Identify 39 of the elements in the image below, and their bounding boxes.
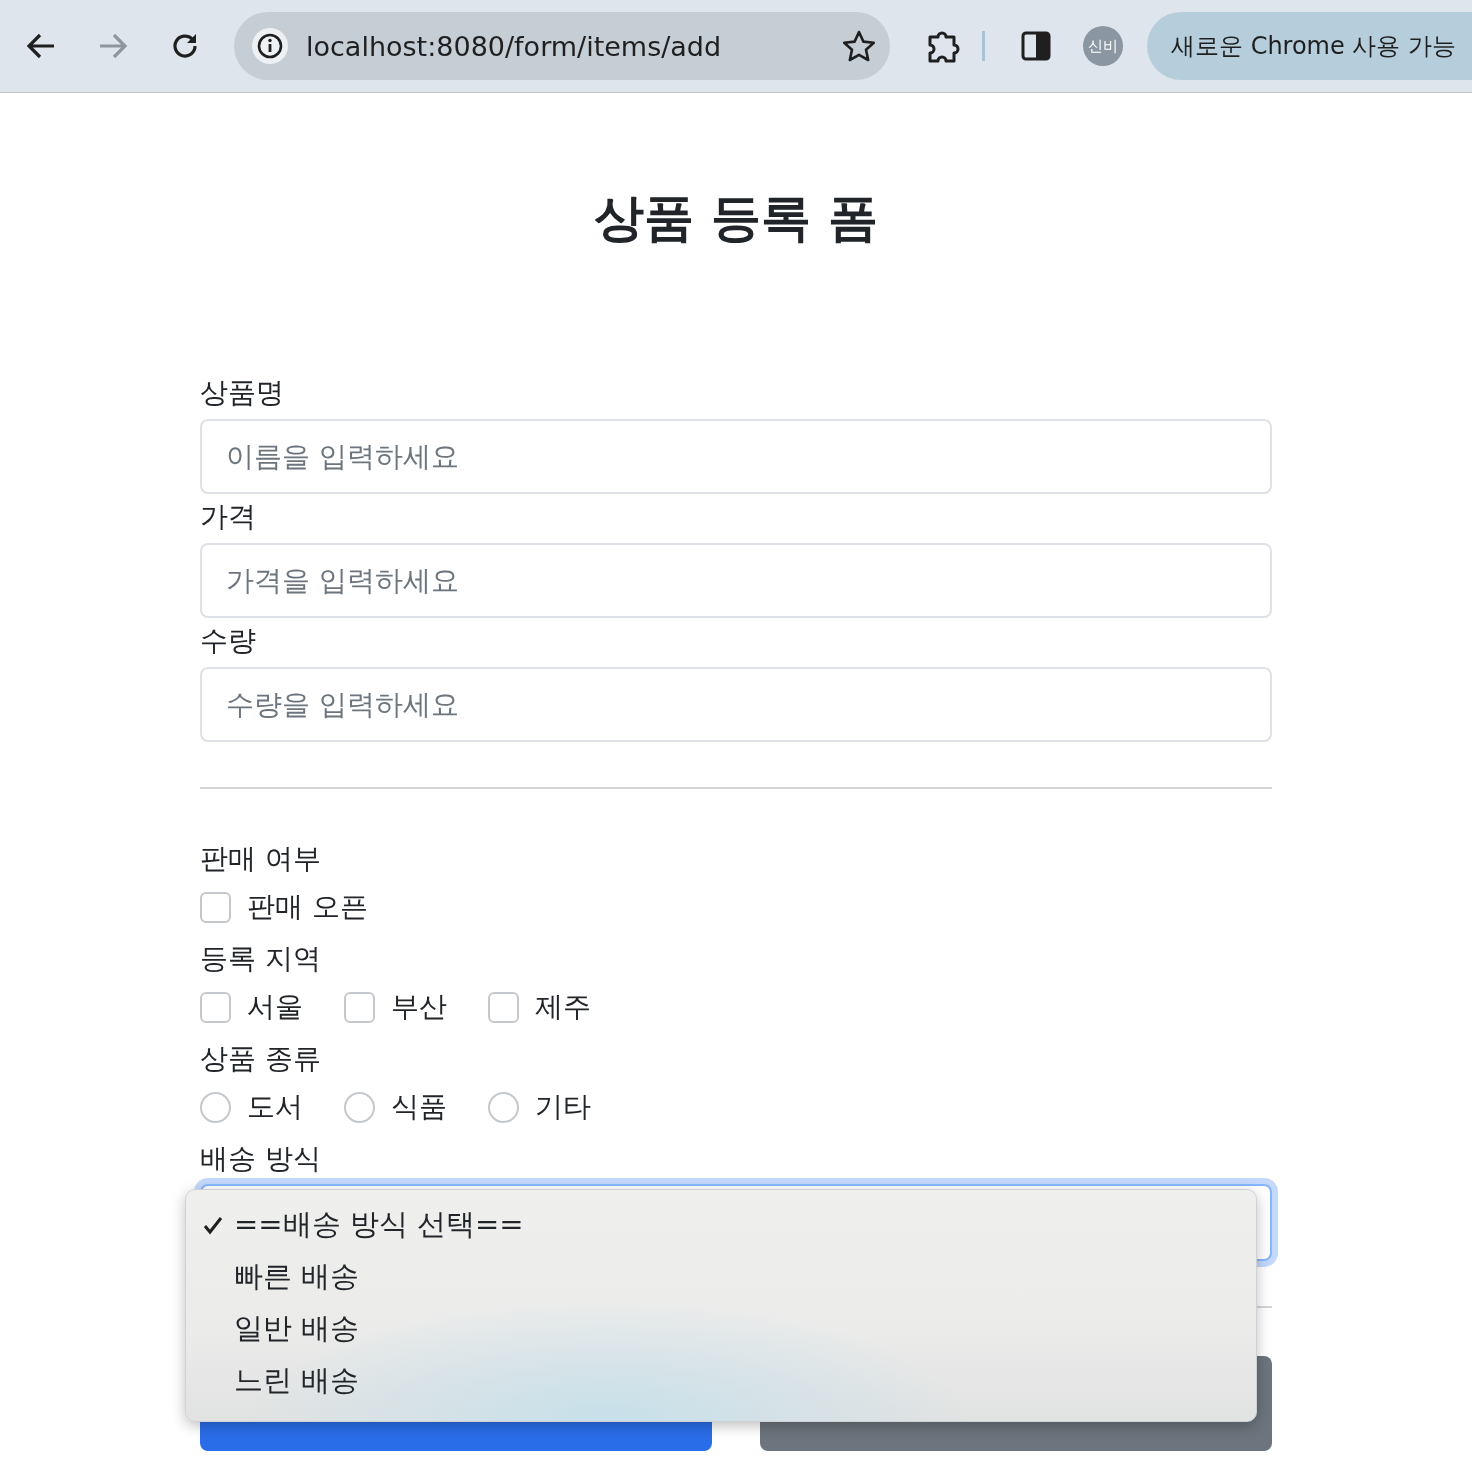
field-label: 수량 bbox=[200, 623, 256, 659]
option-label: 제주 bbox=[535, 989, 591, 1025]
text-field[interactable]: 가격을 입력하세요 bbox=[200, 543, 1272, 618]
side-panel-icon[interactable] bbox=[1021, 31, 1051, 61]
option-label: 부산 bbox=[391, 989, 447, 1025]
back-icon[interactable] bbox=[26, 33, 56, 59]
text-field[interactable]: 수량을 입력하세요 bbox=[200, 667, 1272, 742]
forward-icon[interactable] bbox=[98, 33, 128, 59]
checkbox[interactable] bbox=[200, 891, 231, 923]
group-label: 등록 지역 bbox=[200, 941, 321, 977]
text-field[interactable]: 이름을 입력하세요 bbox=[200, 419, 1272, 494]
menu-option[interactable]: ==배송 방식 선택== bbox=[234, 1205, 524, 1245]
group-label: 상품 종류 bbox=[200, 1041, 321, 1077]
radio-button[interactable] bbox=[344, 1091, 375, 1123]
checkbox[interactable] bbox=[488, 991, 519, 1023]
address-bar[interactable]: localhost:8080/form/items/add bbox=[234, 12, 890, 80]
checkbox[interactable] bbox=[344, 991, 375, 1023]
page-title: 상품 등록 폼 bbox=[592, 188, 880, 248]
update-button[interactable]: 새로운 Chrome 사용 가능 bbox=[1147, 12, 1472, 80]
menu-option[interactable]: 빠른 배송 bbox=[234, 1257, 360, 1297]
reload-icon[interactable] bbox=[171, 32, 199, 60]
checkbox[interactable] bbox=[200, 991, 231, 1023]
radio-button[interactable] bbox=[200, 1091, 231, 1123]
star-icon[interactable] bbox=[842, 30, 876, 62]
field-label: 가격 bbox=[200, 499, 256, 535]
menu-option[interactable]: 일반 배송 bbox=[234, 1309, 360, 1349]
option-label: 서울 bbox=[247, 989, 303, 1025]
option-label: 기타 bbox=[535, 1089, 591, 1125]
field-label: 배송 방식 bbox=[200, 1141, 321, 1177]
menu-option[interactable]: 느린 배송 bbox=[234, 1361, 360, 1401]
puzzle-icon[interactable] bbox=[926, 29, 962, 63]
group-label: 판매 여부 bbox=[200, 841, 321, 877]
option-label: 판매 오픈 bbox=[247, 889, 368, 925]
radio-button[interactable] bbox=[488, 1091, 519, 1123]
url-text: localhost:8080/form/items/add bbox=[306, 30, 723, 62]
field-label: 상품명 bbox=[200, 375, 284, 411]
info-icon[interactable] bbox=[257, 33, 283, 59]
option-label: 도서 bbox=[247, 1089, 303, 1125]
option-label: 식품 bbox=[391, 1089, 447, 1125]
